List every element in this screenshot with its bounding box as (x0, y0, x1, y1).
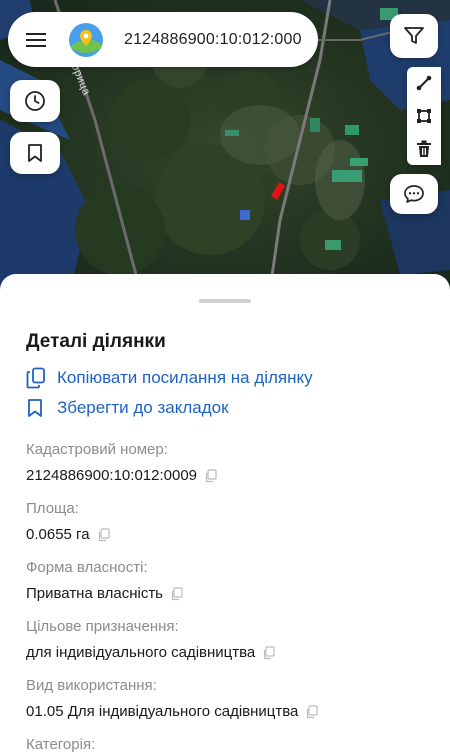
parcel-details-sheet: Деталі ділянки Копіювати посилання на ді… (0, 274, 450, 753)
chat-icon (404, 185, 424, 203)
save-bookmark-label: Зберегти до закладок (57, 398, 229, 417)
trash-icon (417, 140, 431, 157)
measure-area-button[interactable] (411, 103, 437, 129)
field-value: 2124886900:10:012:0009 (26, 467, 198, 484)
field-purpose: Цільове призначення: для індивідуального… (26, 618, 424, 661)
menu-button[interactable] (26, 22, 62, 58)
menu-icon (26, 32, 46, 47)
field-label: Площа: (26, 500, 79, 517)
copy-icon[interactable] (305, 704, 319, 719)
filter-icon (404, 27, 424, 44)
field-ownership: Форма власності: Приватна власність (26, 559, 424, 602)
feedback-button[interactable] (390, 174, 438, 214)
history-button[interactable] (10, 80, 60, 122)
field-value: Приватна власність (26, 585, 163, 602)
clock-icon (25, 91, 45, 111)
bookmark-outline-icon (26, 397, 48, 419)
field-label: Цільове призначення: (26, 618, 179, 635)
copy-link-button[interactable]: Копіювати посилання на ділянку (26, 367, 424, 389)
search-input-value[interactable]: 2124886900:10:012:000 (124, 31, 302, 49)
copy-icon[interactable] (170, 586, 184, 601)
field-value-row: 0.0655 га (26, 526, 424, 543)
polygon-tool-icon (417, 108, 431, 123)
copy-icon[interactable] (97, 527, 111, 542)
bookmarks-button[interactable] (10, 132, 60, 174)
field-category: Категорія: (26, 736, 424, 753)
bookmark-icon (28, 144, 42, 162)
field-label: Вид використання: (26, 677, 157, 694)
field-label: Форма власності: (26, 559, 148, 576)
copy-icon[interactable] (204, 468, 218, 483)
line-tool-icon (416, 76, 432, 91)
measure-line-button[interactable] (411, 70, 437, 96)
delete-drawing-button[interactable] (411, 136, 437, 162)
copy-icon[interactable] (262, 645, 276, 660)
sheet-title: Деталі ділянки (26, 331, 166, 352)
field-value: 01.05 Для індивідуального садівництва (26, 703, 299, 720)
drawing-toolbar (407, 67, 441, 165)
search-bar[interactable]: 2124886900:10:012:000 (8, 12, 318, 67)
field-value-row: Приватна власність (26, 585, 424, 602)
field-value-row: 2124886900:10:012:0009 (26, 467, 424, 484)
field-value: для індивідуального садівництва (26, 644, 256, 661)
field-label: Кадастровий номер: (26, 441, 168, 458)
field-value-row: для індивідуального садівництва (26, 644, 424, 661)
app-logo-icon (69, 22, 103, 57)
field-cadastral-number: Кадастровий номер: 2124886900:10:012:000… (26, 441, 424, 484)
field-value: 0.0655 га (26, 526, 90, 543)
copy-link-icon (26, 367, 48, 389)
save-bookmark-button[interactable]: Зберегти до закладок (26, 397, 424, 419)
field-value-row: 01.05 Для індивідуального садівництва (26, 703, 424, 720)
copy-link-label: Копіювати посилання на ділянку (57, 368, 313, 387)
filter-button[interactable] (390, 14, 438, 58)
field-label: Категорія: (26, 736, 96, 753)
field-area: Площа: 0.0655 га (26, 500, 424, 543)
sheet-drag-handle[interactable] (199, 299, 251, 303)
